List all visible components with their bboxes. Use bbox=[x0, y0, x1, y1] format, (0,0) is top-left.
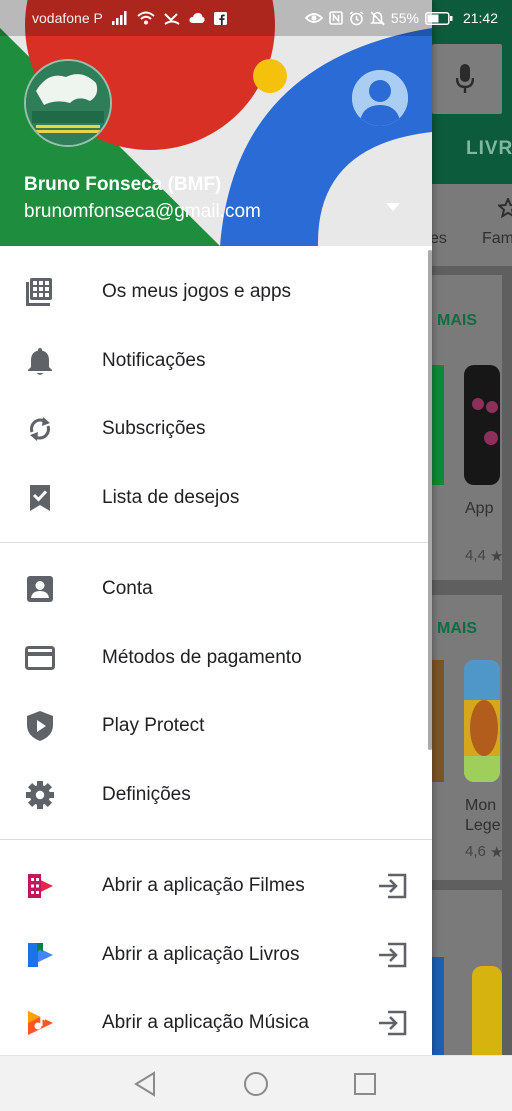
battery-percent: 55% bbox=[390, 10, 419, 26]
account-box-icon bbox=[24, 573, 56, 605]
drawer-scrollbar[interactable] bbox=[428, 250, 432, 750]
menu-item-label: Abrir a aplicação Livros bbox=[102, 943, 300, 965]
home-icon[interactable] bbox=[242, 1070, 270, 1098]
menu-item-play-protect[interactable]: Play Protect bbox=[0, 692, 432, 761]
bell-icon bbox=[24, 345, 56, 377]
background-app-title: Lege bbox=[465, 817, 501, 834]
background-app-rating: 4,4 bbox=[465, 547, 486, 564]
system-navigation-bar bbox=[0, 1055, 512, 1111]
menu-item-my-apps[interactable]: Os meus jogos e apps bbox=[0, 258, 432, 327]
navigation-drawer: Bruno Fonseca (BMF) brunomfonseca@gmail.… bbox=[0, 0, 432, 1055]
background-app-image bbox=[464, 365, 500, 485]
background-app-image bbox=[472, 966, 502, 1055]
facebook-icon bbox=[213, 11, 227, 25]
credit-card-icon bbox=[24, 642, 56, 674]
nfc-icon bbox=[329, 11, 343, 25]
wifi-icon bbox=[137, 11, 155, 25]
star-outline-icon bbox=[498, 198, 512, 218]
menu-group-other-apps: Abrir a aplicação Filmes Abrir a aplicaç… bbox=[0, 840, 432, 1055]
recents-icon[interactable] bbox=[351, 1070, 379, 1098]
background-app-title: App bbox=[465, 500, 494, 517]
play-music-icon bbox=[24, 1007, 56, 1039]
open-in-app-icon[interactable] bbox=[376, 939, 408, 971]
clock: 21:42 bbox=[462, 10, 498, 26]
background-tab-books: LIVRO bbox=[466, 138, 512, 159]
background-chip: Fam bbox=[482, 230, 512, 247]
menu-item-label: Notificações bbox=[102, 349, 206, 371]
status-bar: vodafone P 55% 21:42 bbox=[0, 0, 512, 36]
account-logo bbox=[24, 59, 112, 147]
menu-item-open-movies[interactable]: Abrir a aplicação Filmes bbox=[0, 852, 432, 921]
menu-item-label: Subscrições bbox=[102, 418, 206, 440]
account-switcher-arrow-icon[interactable] bbox=[385, 202, 401, 212]
play-books-icon bbox=[24, 939, 56, 971]
background-app-image bbox=[432, 660, 444, 782]
signal-icon bbox=[111, 11, 127, 25]
menu-item-settings[interactable]: Definições bbox=[0, 761, 432, 830]
open-in-app-icon[interactable] bbox=[376, 870, 408, 902]
carrier-label: vodafone P bbox=[32, 10, 103, 26]
menu-item-subscriptions[interactable]: Subscrições bbox=[0, 395, 432, 464]
user-avatar-icon bbox=[352, 70, 408, 126]
background-app-rating: 4,6 bbox=[465, 843, 486, 860]
menu-item-notifications[interactable]: Notificações bbox=[0, 327, 432, 396]
shield-play-icon bbox=[24, 710, 56, 742]
menu-item-account[interactable]: Conta bbox=[0, 555, 432, 624]
menu-item-wishlist[interactable]: Lista de desejos bbox=[0, 464, 432, 533]
star-icon: ★ bbox=[490, 548, 504, 565]
menu-item-open-music[interactable]: Abrir a aplicação Música bbox=[0, 989, 432, 1055]
menu-group-account: Conta Métodos de pagamento Play Protect … bbox=[0, 543, 432, 840]
avatar[interactable] bbox=[352, 70, 408, 126]
menu-item-label: Os meus jogos e apps bbox=[102, 281, 292, 303]
account-header[interactable]: Bruno Fonseca (BMF) brunomfonseca@gmail.… bbox=[0, 0, 432, 246]
menu-item-label: Métodos de pagamento bbox=[102, 646, 302, 668]
menu-item-label: Abrir a aplicação Filmes bbox=[102, 875, 305, 897]
menu-item-label: Definições bbox=[102, 783, 191, 805]
cloud-icon bbox=[189, 13, 205, 23]
battery-icon bbox=[425, 11, 453, 25]
refresh-icon bbox=[24, 413, 56, 445]
mute-icon bbox=[370, 10, 385, 26]
mic-icon bbox=[456, 64, 474, 93]
menu-item-label: Abrir a aplicação Música bbox=[102, 1012, 309, 1034]
background-more-link: MAIS bbox=[437, 620, 477, 637]
menu-item-label: Play Protect bbox=[102, 715, 205, 737]
background-app-image bbox=[464, 660, 500, 782]
bookmark-check-icon bbox=[24, 482, 56, 514]
menu-item-open-books[interactable]: Abrir a aplicação Livros bbox=[0, 921, 432, 990]
play-movies-icon bbox=[24, 870, 56, 902]
background-chip: es bbox=[430, 230, 447, 247]
open-in-app-icon[interactable] bbox=[376, 1007, 408, 1039]
menu-group-library: Os meus jogos e apps Notificações Subscr… bbox=[0, 246, 432, 543]
eye-icon bbox=[304, 13, 323, 23]
back-icon[interactable] bbox=[132, 1070, 160, 1098]
account-name: Bruno Fonseca (BMF) bbox=[24, 174, 222, 195]
gear-icon bbox=[24, 779, 56, 811]
background-more-link: MAIS bbox=[437, 312, 477, 329]
background-app-title: Mon bbox=[465, 797, 497, 814]
apps-grid-icon bbox=[24, 276, 56, 308]
menu-item-payment-methods[interactable]: Métodos de pagamento bbox=[0, 624, 432, 693]
background-app-image bbox=[432, 365, 444, 485]
star-icon: ★ bbox=[490, 844, 504, 861]
account-email: brunomfonseca@gmail.com bbox=[24, 201, 261, 222]
background-app-image bbox=[432, 957, 444, 1055]
missed-call-icon bbox=[164, 13, 180, 25]
alarm-icon bbox=[349, 10, 364, 25]
menu-item-label: Conta bbox=[102, 578, 153, 600]
menu-item-label: Lista de desejos bbox=[102, 486, 240, 508]
club-logo-icon bbox=[26, 61, 110, 145]
